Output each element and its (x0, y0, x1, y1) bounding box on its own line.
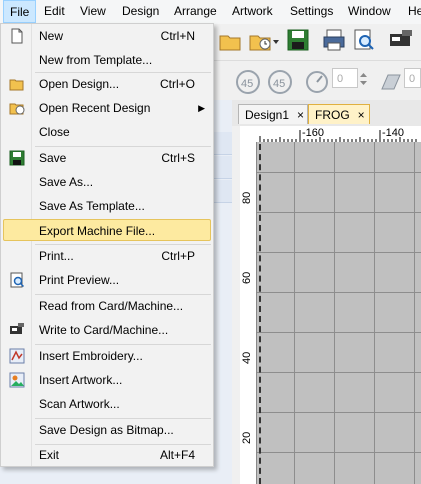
menu-item-label: Open Design... (39, 77, 120, 91)
close-icon[interactable]: × (358, 108, 365, 122)
menu-item-label: Save As... (39, 175, 94, 189)
skew-angle-input[interactable]: 0 (404, 68, 421, 88)
menu-item-label: Export Machine File... (39, 224, 156, 238)
menu-design[interactable]: Design (116, 0, 165, 23)
ruler-label: 40 (241, 351, 253, 364)
rotate-right-45-icon[interactable]: 45 (266, 67, 296, 95)
machine-icon (10, 323, 24, 334)
menu-edit[interactable]: Edit (38, 0, 71, 23)
menu-item-insert-artwork[interactable]: Insert Artwork... (3, 369, 211, 391)
horizontal-ruler: -160 -140 (240, 126, 421, 143)
menu-item-read-from-card[interactable]: Read from Card/Machine... (3, 295, 211, 317)
menu-bar: File Edit View Design Arrange Artwork Se… (0, 0, 421, 25)
menu-window[interactable]: Window (342, 0, 397, 23)
tab-design1[interactable]: Design1 × (238, 104, 308, 124)
menu-item-label: Close (39, 125, 70, 139)
menu-file[interactable]: File (3, 0, 37, 23)
menu-item-label: Scan Artwork... (39, 397, 120, 411)
menu-item-print-preview[interactable]: Print Preview... (3, 269, 211, 291)
menu-item-label: Read from Card/Machine... (39, 299, 184, 313)
menu-item-save-as[interactable]: Save As... (3, 171, 211, 193)
skew-icon[interactable] (376, 67, 406, 95)
menu-item-label: Open Recent Design (39, 101, 151, 115)
menu-item-label: Print... (39, 249, 74, 263)
tab-frog[interactable]: FROG × (308, 104, 370, 124)
svg-text:45: 45 (273, 78, 285, 90)
menu-item-label: New (39, 29, 64, 43)
print-preview-icon[interactable] (352, 28, 376, 52)
rotation-angle-input[interactable]: 0 (332, 68, 358, 88)
new-document-icon (11, 28, 23, 44)
recent-folder-icon[interactable] (248, 30, 280, 52)
menu-item-export-machine-file[interactable]: Export Machine File... (3, 219, 211, 241)
rotate-left-45-icon[interactable]: 45 (232, 67, 262, 95)
close-icon[interactable]: × (297, 108, 304, 122)
menu-item-shortcut: Alt+F4 (159, 448, 195, 462)
menu-item-insert-embroidery[interactable]: Insert Embroidery... (3, 345, 211, 367)
menu-item-label: Save Design as Bitmap... (39, 423, 174, 437)
ruler-label: -140 (382, 127, 405, 139)
save-icon[interactable] (286, 28, 310, 52)
menu-item-new-from-template[interactable]: New from Template... (3, 49, 211, 71)
menu-item-shortcut: Ctrl+N (160, 29, 195, 43)
insert-artwork-icon (9, 372, 25, 388)
tab-label: Design1 (245, 108, 290, 122)
menu-item-print[interactable]: Print... Ctrl+P (3, 245, 211, 267)
menu-item-label: Print Preview... (39, 273, 120, 287)
menu-item-label: Save As Template... (39, 199, 145, 213)
ruler-label: 60 (241, 271, 253, 284)
rotate-free-icon[interactable] (304, 67, 330, 95)
menu-item-shortcut: Ctrl+P (161, 249, 195, 263)
vertical-ruler: 80 60 40 20 (240, 142, 257, 484)
menu-help[interactable]: He (402, 0, 421, 23)
ruler-label: 20 (241, 431, 253, 444)
ruler-label: 80 (241, 191, 253, 204)
svg-text:45: 45 (241, 78, 253, 90)
menu-item-label: Insert Embroidery... (39, 349, 143, 363)
ruler-label: -160 (302, 127, 325, 139)
menu-item-save-design-as-bitmap[interactable]: Save Design as Bitmap... (3, 419, 211, 441)
menu-item-label: Exit (39, 448, 60, 462)
rotation-spin-arrows-icon[interactable] (359, 69, 368, 89)
menu-item-save[interactable]: Save Ctrl+S (3, 147, 211, 169)
menu-item-shortcut: Ctrl+O (159, 77, 195, 91)
print-preview-icon (10, 272, 25, 288)
menu-artwork[interactable]: Artwork (226, 0, 279, 23)
menu-item-open-recent-design[interactable]: Open Recent Design ▶ (3, 97, 211, 119)
menu-item-write-to-card[interactable]: Write to Card/Machine... (3, 319, 211, 341)
tab-label: FROG (315, 108, 350, 122)
menu-settings[interactable]: Settings (284, 0, 339, 23)
menu-item-shortcut: Ctrl+S (161, 151, 195, 165)
open-folder-icon[interactable] (218, 30, 244, 52)
menu-item-save-as-template[interactable]: Save As Template... (3, 195, 211, 217)
menu-item-label: Write to Card/Machine... (39, 323, 169, 337)
insert-embroidery-icon (9, 348, 25, 364)
menu-arrange[interactable]: Arrange (168, 0, 223, 23)
recent-folder-icon (9, 103, 25, 115)
print-icon[interactable] (322, 28, 346, 52)
menu-item-close[interactable]: Close (3, 121, 211, 143)
hoop-border (259, 144, 263, 484)
save-icon (9, 150, 25, 166)
menu-item-open-design[interactable]: Open Design... Ctrl+O (3, 73, 211, 95)
design-canvas[interactable] (257, 142, 421, 484)
menu-item-label: New from Template... (39, 53, 153, 67)
file-menu: New Ctrl+N New from Template... Open Des… (0, 23, 214, 467)
menu-item-label: Insert Artwork... (39, 373, 123, 387)
menu-item-exit[interactable]: Exit Alt+F4 (3, 444, 211, 466)
menu-item-scan-artwork[interactable]: Scan Artwork... (3, 393, 211, 415)
open-folder-icon (9, 79, 24, 91)
machine-icon[interactable] (388, 28, 414, 52)
menu-item-label: Save (39, 151, 67, 165)
submenu-arrow-icon: ▶ (198, 103, 205, 113)
menu-view[interactable]: View (74, 0, 112, 23)
menu-item-new[interactable]: New Ctrl+N (3, 25, 211, 47)
